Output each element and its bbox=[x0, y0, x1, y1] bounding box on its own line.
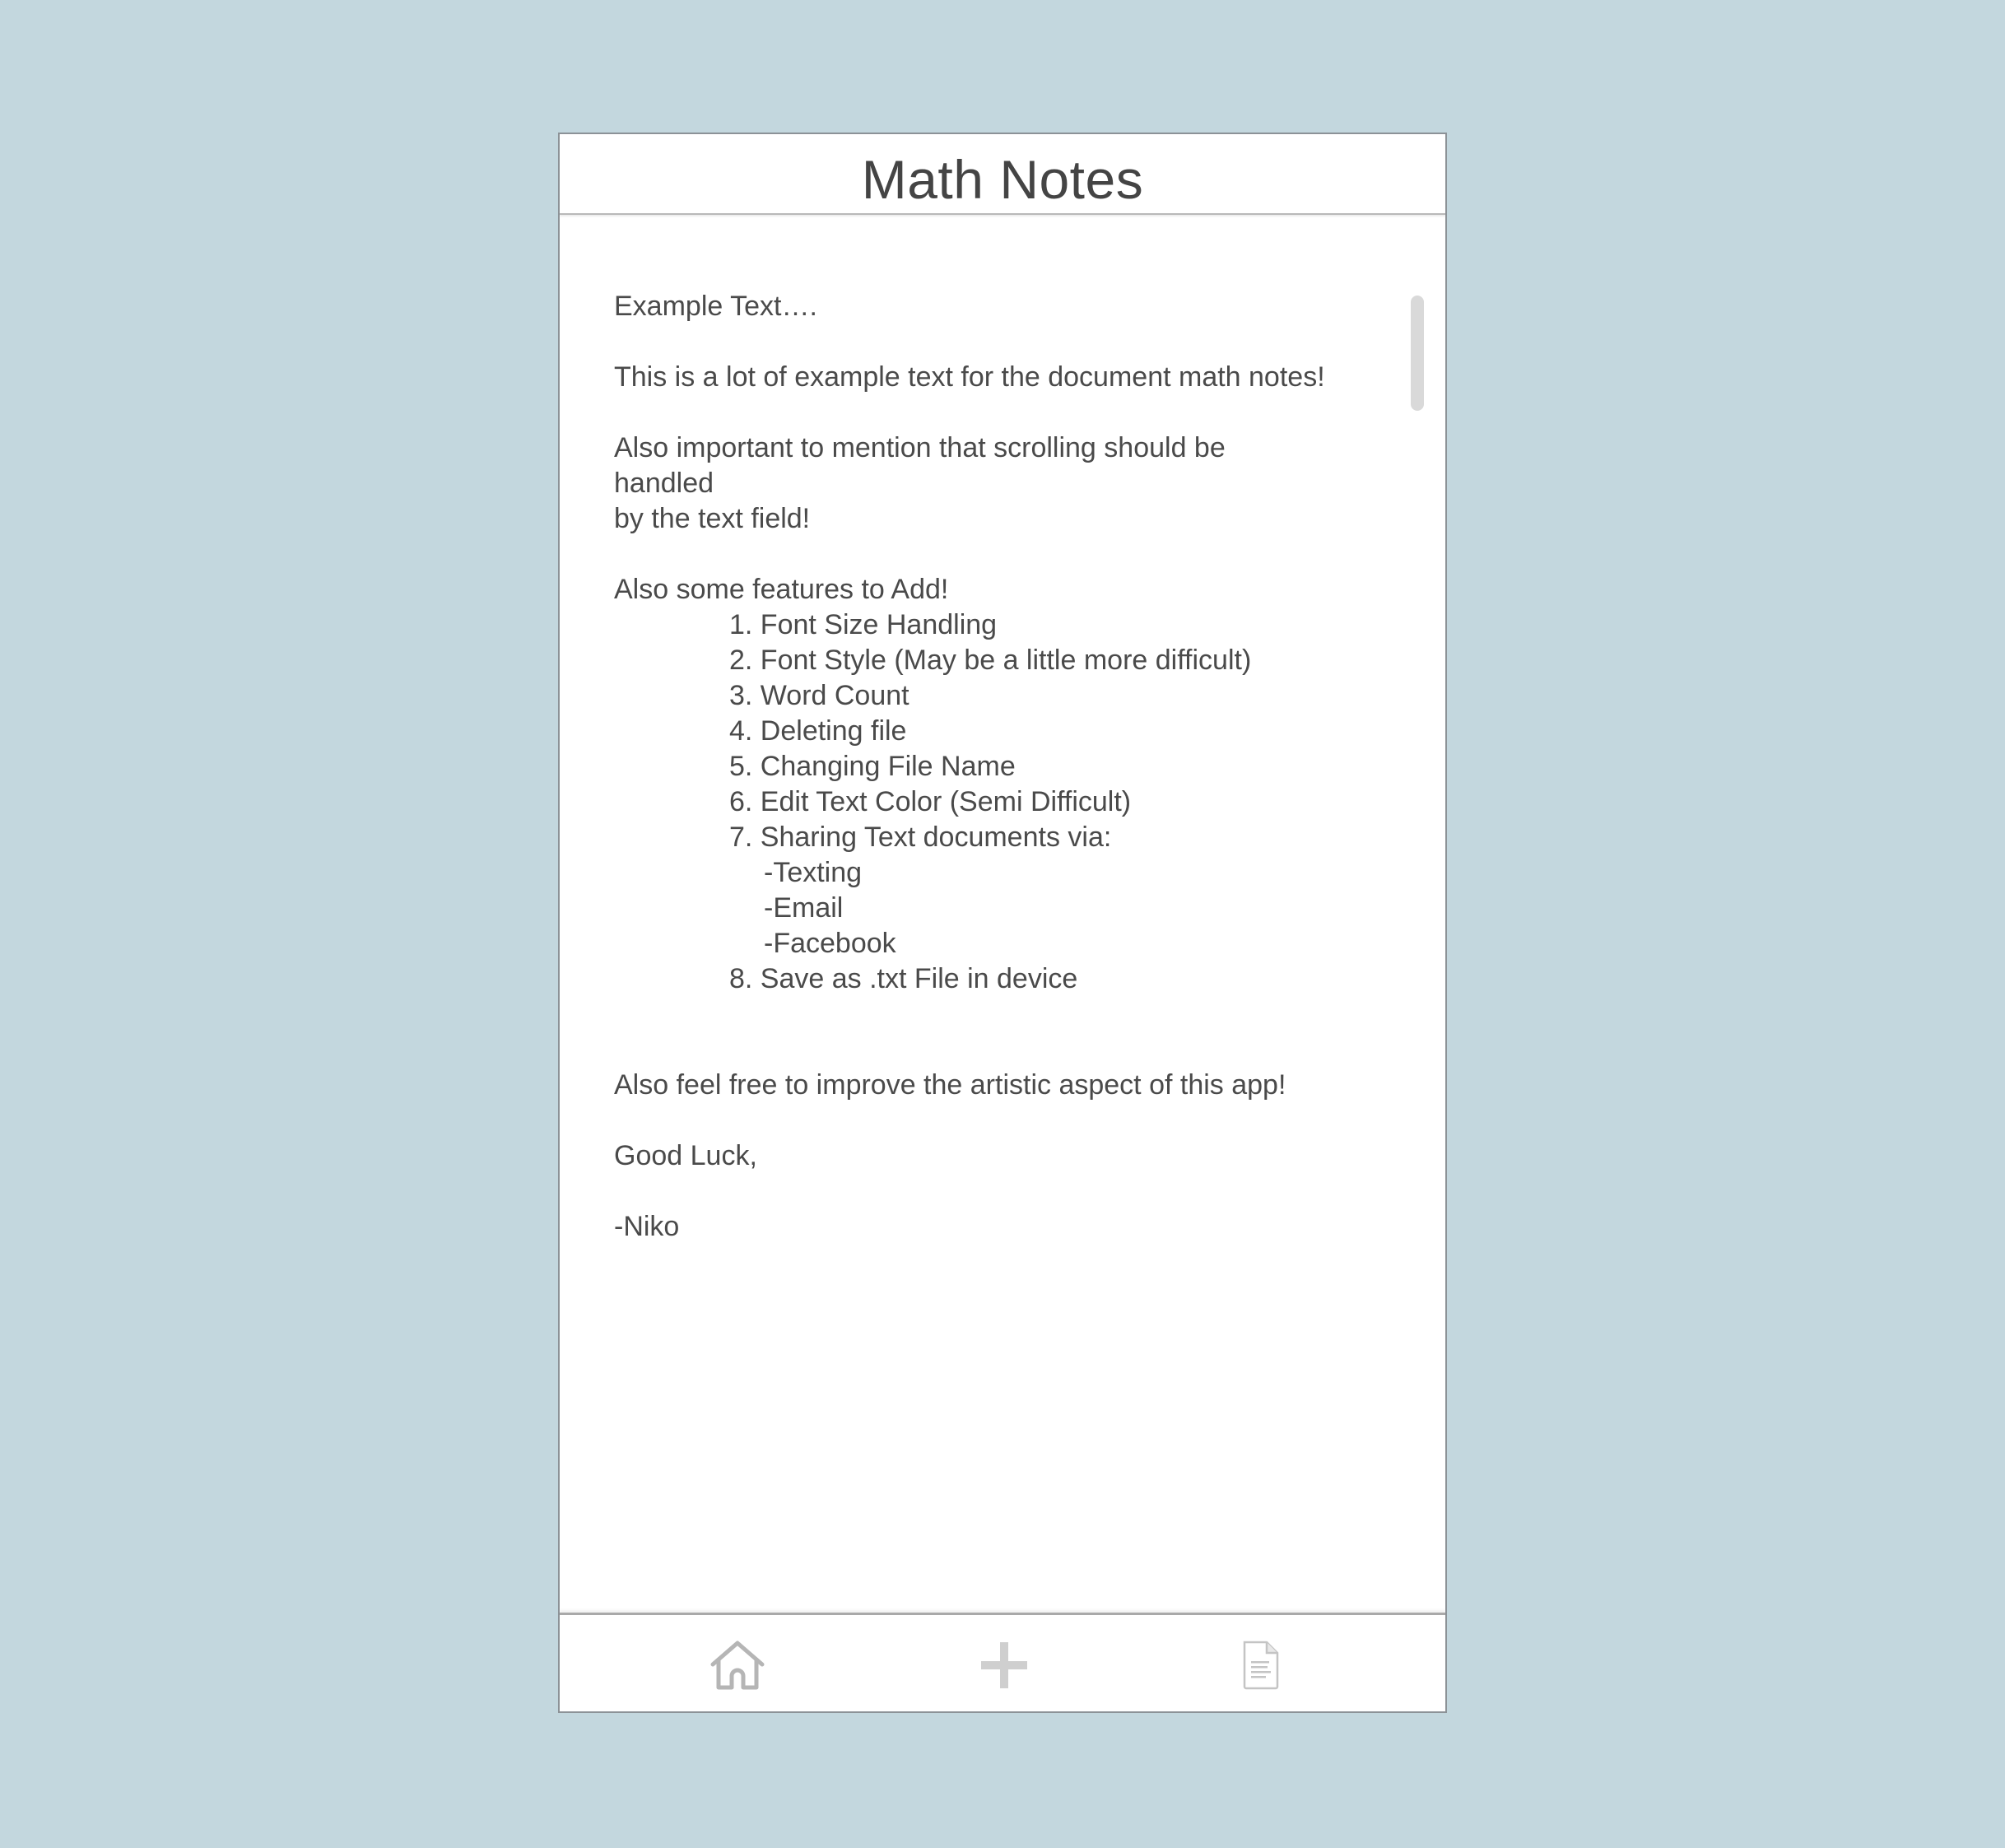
scrollbar[interactable] bbox=[1411, 296, 1424, 411]
list-item: 1. Font Size Handling bbox=[729, 609, 998, 640]
document-tab-button[interactable] bbox=[1231, 1636, 1291, 1694]
add-note-button[interactable] bbox=[975, 1636, 1034, 1694]
note-text-field[interactable]: Example Text…. This is a lot of example … bbox=[614, 289, 1388, 1245]
list-item: 5. Changing File Name bbox=[729, 751, 1016, 782]
list-item: 3. Word Count bbox=[729, 680, 909, 711]
list-item: -Email bbox=[764, 892, 844, 924]
text-line: handled bbox=[614, 468, 714, 499]
list-item: 8. Save as .txt File in device bbox=[729, 963, 1078, 994]
list-item: -Facebook bbox=[764, 928, 896, 959]
list-item: 2. Font Style (May be a little more diff… bbox=[729, 645, 1252, 676]
text-line: Also important to mention that scrolling… bbox=[614, 432, 1226, 463]
text-line: Also some features to Add! bbox=[614, 574, 949, 605]
title-bar: Math Notes bbox=[560, 134, 1445, 215]
plus-icon bbox=[981, 1642, 1027, 1688]
list-item: 4. Deleting file bbox=[729, 715, 907, 747]
text-line: by the text field! bbox=[614, 503, 811, 534]
text-line: Good Luck, bbox=[614, 1140, 757, 1171]
text-line: Example Text…. bbox=[614, 291, 817, 322]
document-icon bbox=[1243, 1641, 1279, 1690]
page-title: Math Notes bbox=[861, 149, 1144, 210]
sub-list-container: -Texting -Email -Facebook bbox=[729, 855, 1388, 961]
phone-frame: Math Notes Example Text…. This is a lot … bbox=[558, 133, 1447, 1713]
list-item: 6. Edit Text Color (Semi Difficult) bbox=[729, 786, 1132, 817]
home-tab-button[interactable] bbox=[708, 1636, 767, 1694]
tab-bar bbox=[560, 1613, 1445, 1711]
text-line: -Niko bbox=[614, 1211, 680, 1242]
sharing-options-list: -Texting -Email -Facebook bbox=[729, 855, 1388, 961]
feature-list: 1. Font Size Handling 2. Font Style (May… bbox=[614, 607, 1388, 997]
list-item: 7. Sharing Text documents via: bbox=[729, 822, 1112, 853]
text-line: This is a lot of example text for the do… bbox=[614, 361, 1325, 393]
list-item: -Texting bbox=[764, 857, 863, 888]
text-line: Also feel free to improve the artistic a… bbox=[614, 1069, 1286, 1101]
home-icon bbox=[710, 1641, 765, 1690]
